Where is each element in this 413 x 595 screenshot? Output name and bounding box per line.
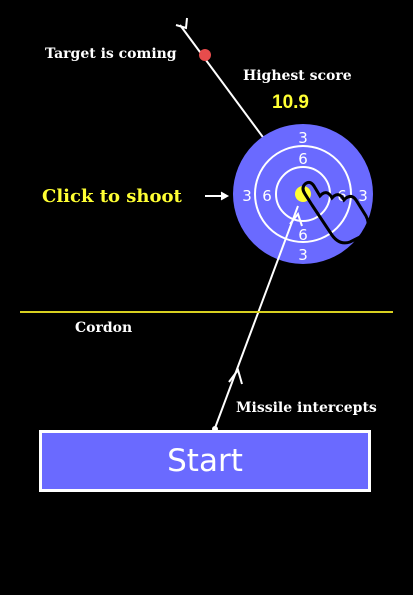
- ring-label-bottom-outer: 3: [298, 246, 308, 264]
- ring-label-left-outer: 3: [242, 187, 252, 205]
- highest-score-value: 10.9: [272, 92, 309, 113]
- ring-label-bottom-inner: 6: [298, 226, 308, 244]
- shooting-target[interactable]: 3 6 6 3 3 6 6 3: [233, 124, 373, 264]
- target-coming-label: Target is coming: [45, 46, 177, 62]
- click-to-shoot-label: Click to shoot: [42, 186, 182, 207]
- start-button[interactable]: Start: [39, 430, 371, 492]
- ring-label-left-inner: 6: [262, 187, 272, 205]
- cordon-label: Cordon: [75, 320, 133, 336]
- ring-label-top-outer: 3: [298, 129, 308, 147]
- highest-score-label: Highest score: [243, 68, 352, 84]
- game-canvas: 3 6 6 3 3 6 6 3: [20, 17, 393, 432]
- arrow-right-head: [220, 191, 230, 201]
- trajectory-arrow-head-icon: [175, 17, 188, 30]
- missile-intercepts-label: Missile intercepts: [236, 400, 377, 416]
- missile-arrow-head-icon: [228, 367, 243, 385]
- ring-label-right-outer: 3: [358, 187, 368, 205]
- incoming-target-dot: [199, 49, 211, 61]
- ring-label-top-inner: 6: [298, 150, 308, 168]
